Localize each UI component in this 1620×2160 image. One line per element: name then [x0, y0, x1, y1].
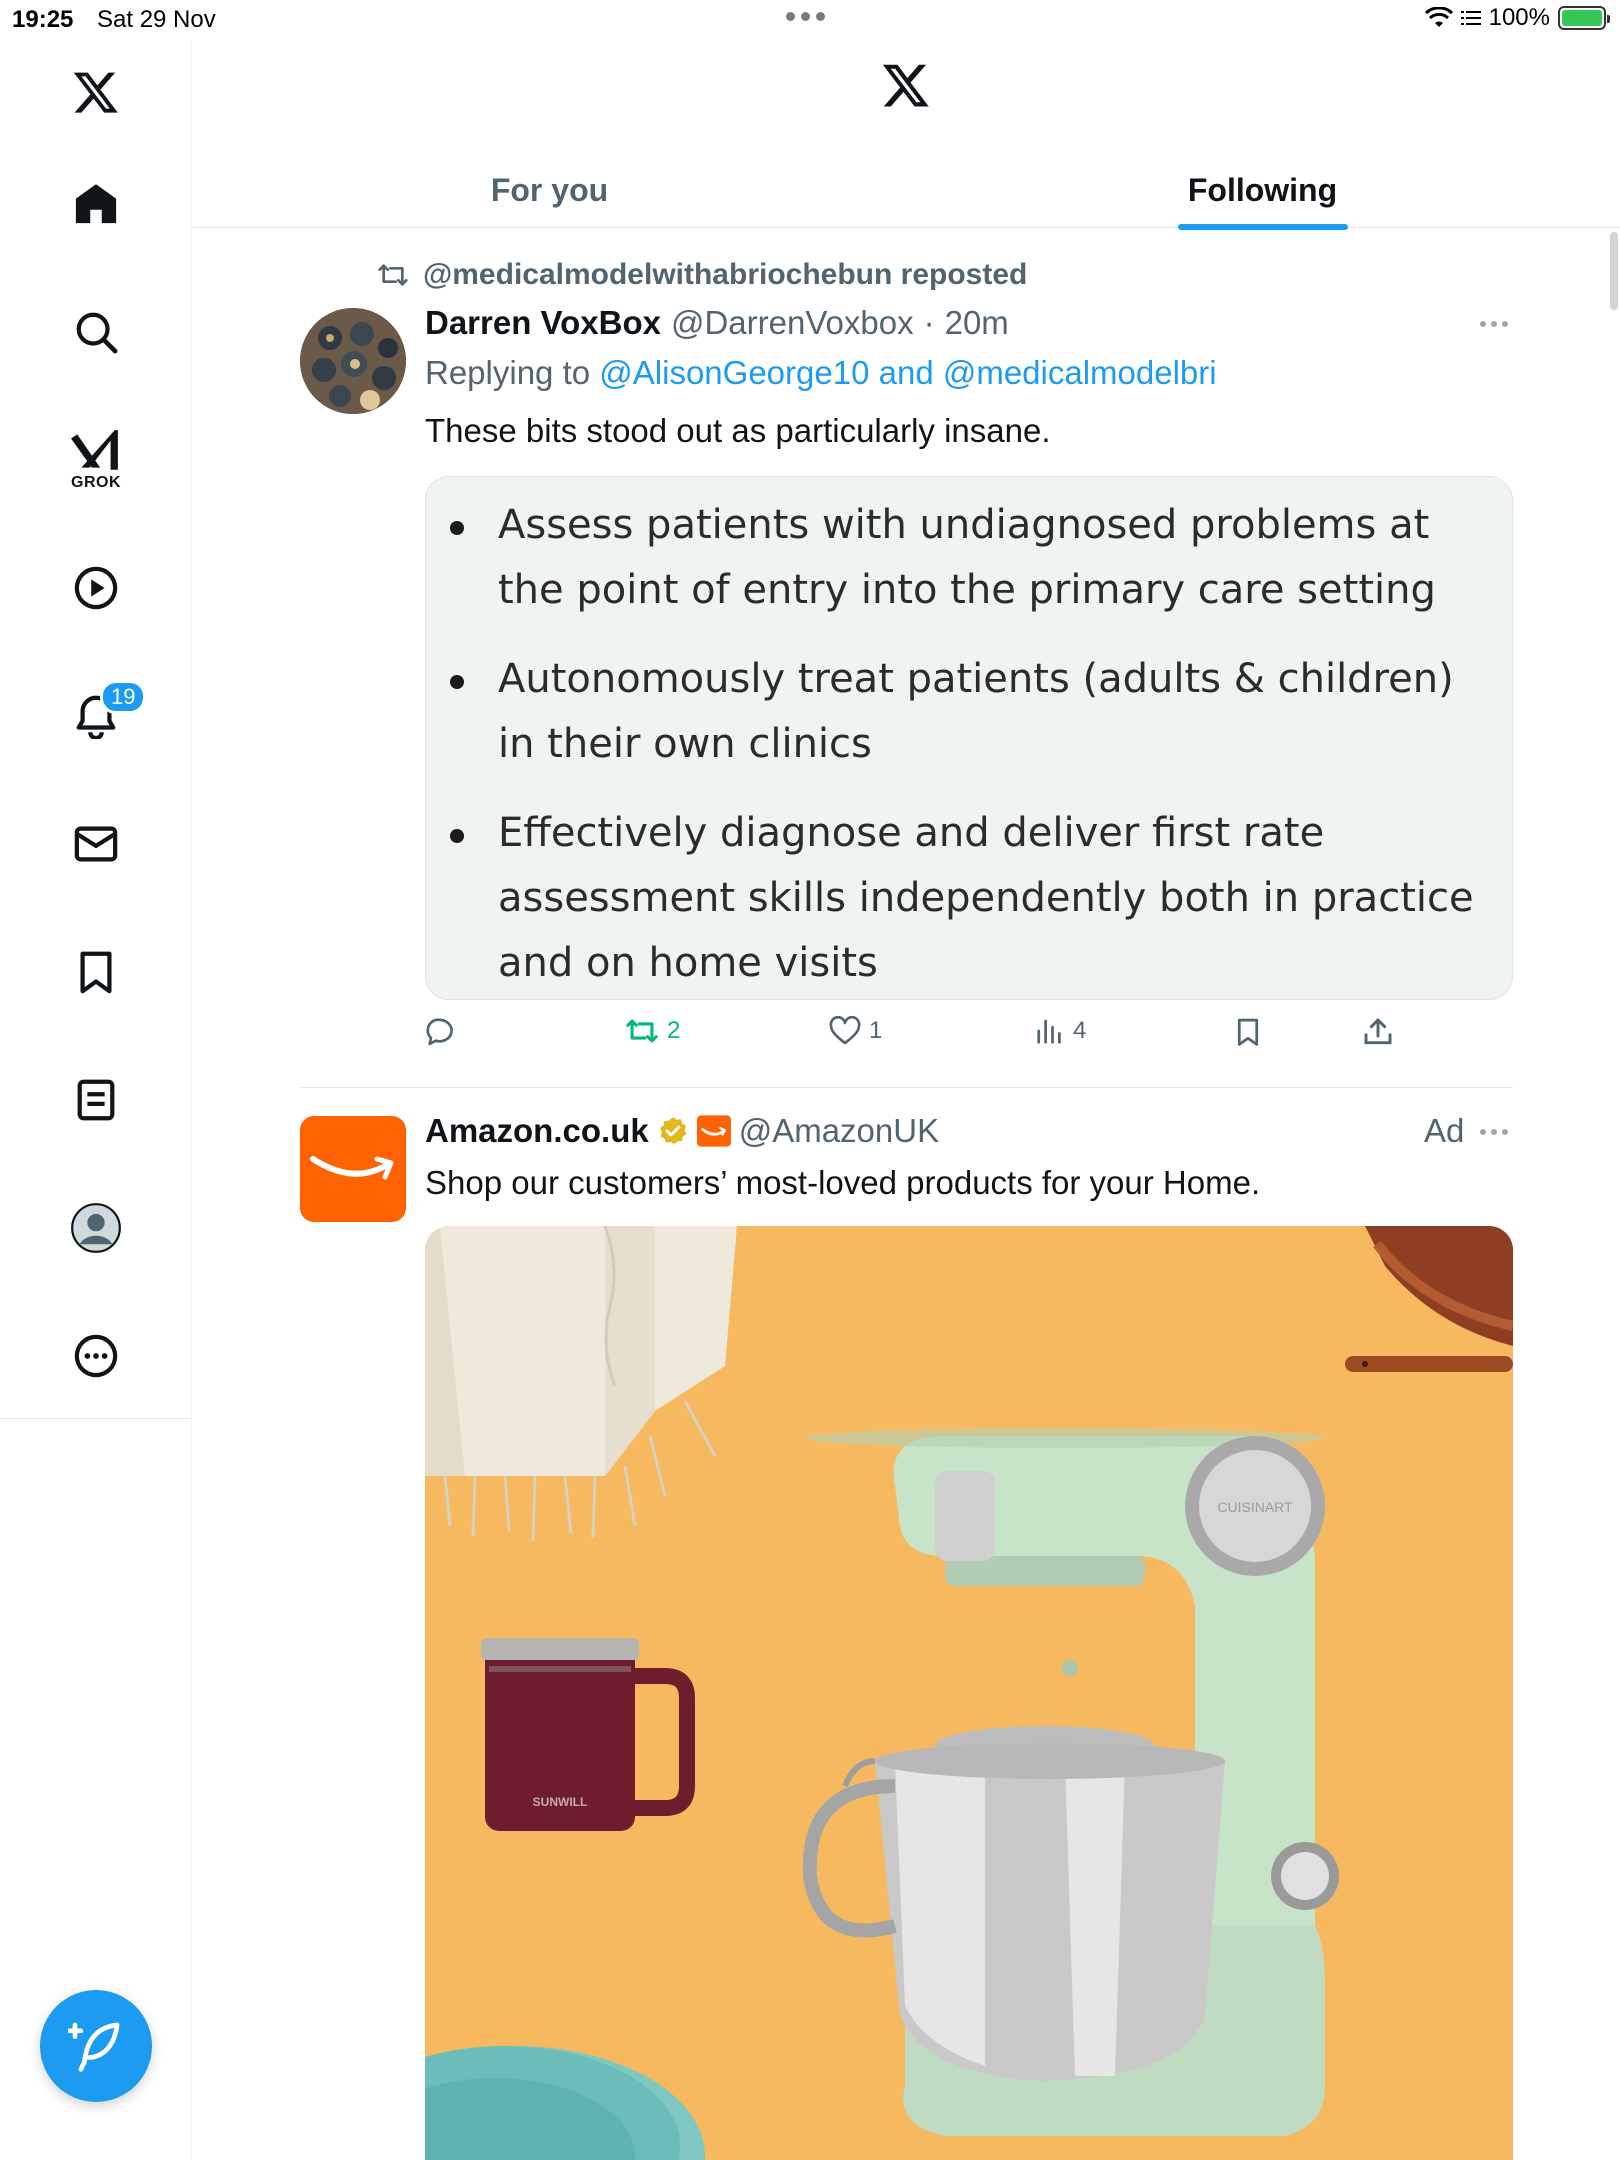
sidebar: GROK 19	[0, 40, 192, 2160]
timeline-tabs: For you Following	[193, 152, 1620, 230]
mention-link[interactable]: @AlisonGeorge10	[599, 354, 869, 391]
repost-indicator[interactable]: @medicalmodelwithabriochebun reposted	[377, 258, 1027, 292]
profile-avatar-icon	[71, 1203, 121, 1253]
image-bullet: Autonomously treat patients (adults & ch…	[446, 647, 1496, 777]
author-handle[interactable]: @DarrenVoxbox	[671, 304, 914, 342]
mention-link[interactable]: @medicalmodelbri	[943, 354, 1217, 391]
tab-following[interactable]: Following	[906, 152, 1619, 230]
like-button[interactable]: 1	[829, 1016, 882, 1046]
status-time: 19:25	[12, 6, 74, 33]
tweet-actions: 2 1 4	[425, 1016, 1513, 1066]
views-button[interactable]: 4	[1035, 1016, 1086, 1046]
bookmark-button[interactable]	[1233, 1016, 1263, 1048]
product-illustration: SUNWILL CUISINART	[425, 1226, 1513, 2160]
tweet-header: Darren VoxBox @DarrenVoxbox · 20m	[425, 304, 1009, 342]
battery-percent: 100%	[1488, 4, 1550, 31]
notification-badge: 19	[100, 680, 147, 714]
repost-icon	[378, 264, 408, 286]
image-bullet-list: Assess patients with undiagnosed problem…	[446, 493, 1496, 999]
author-name[interactable]: Amazon.co.uk	[425, 1112, 649, 1150]
ad-label: Ad	[1424, 1112, 1465, 1149]
sidebar-item-video[interactable]	[58, 550, 134, 626]
sidebar-item-profile[interactable]	[58, 1190, 134, 1266]
mail-icon	[74, 826, 118, 862]
replying-to: Replying to @AlisonGeorge10 and @medical…	[425, 354, 1217, 392]
ad-text: Shop our customers’ most-loved products …	[425, 1164, 1261, 1201]
retweet-icon	[626, 1019, 658, 1043]
compose-post-button[interactable]	[40, 1990, 152, 2102]
home-icon	[75, 184, 117, 224]
compose-feather-icon	[68, 2022, 120, 2072]
grok-icon	[71, 430, 118, 470]
active-tab-indicator	[1177, 224, 1348, 230]
status-date: Sat 29 Nov	[97, 6, 216, 33]
sidebar-item-bookmarks[interactable]	[58, 934, 134, 1010]
list-status-icon	[1460, 11, 1481, 25]
x-logo-header[interactable]	[879, 60, 933, 115]
tab-label: For you	[490, 171, 609, 208]
mug-brand-label: SUNWILL	[533, 1795, 588, 1809]
battery-icon	[1558, 6, 1610, 30]
status-bar: 19:25 Sat 29 Nov 100%	[0, 0, 1620, 40]
tab-label: Following	[1187, 171, 1338, 208]
wifi-icon	[1424, 7, 1453, 27]
sidebar-item-search[interactable]	[58, 294, 134, 370]
video-play-icon	[74, 566, 118, 610]
x-logo-icon	[882, 64, 929, 107]
ad-more-button[interactable]	[1480, 1129, 1508, 1135]
like-count: 1	[869, 1017, 883, 1044]
share-icon	[1364, 1018, 1392, 1045]
amazon-affiliate-icon	[696, 1115, 731, 1147]
search-icon	[76, 312, 118, 354]
avatar-darren[interactable]	[300, 308, 406, 414]
tweet-text: These bits stood out as particularly ins…	[425, 412, 1051, 449]
x-logo-icon	[73, 72, 118, 113]
bookmark-icon	[80, 951, 112, 994]
bookmark-icon	[1237, 1018, 1259, 1046]
avatar-amazon[interactable]	[300, 1116, 406, 1222]
retweet-count: 2	[667, 1017, 681, 1044]
repost-text: @medicalmodelwithabriochebun reposted	[423, 258, 1028, 291]
scrollbar[interactable]	[1610, 232, 1618, 310]
amazon-smile-icon	[310, 1156, 394, 1180]
lists-icon	[77, 1079, 115, 1121]
tweet-time[interactable]: 20m	[945, 304, 1009, 342]
reply-icon	[426, 1018, 453, 1046]
share-button[interactable]	[1362, 1016, 1394, 1048]
ad-tweet-header: Amazon.co.uk @AmazonUK	[425, 1112, 939, 1150]
sidebar-item-home[interactable]	[58, 166, 134, 242]
ad-image[interactable]: SUNWILL CUISINART	[425, 1226, 1513, 2160]
image-bullet: Assess patients with undiagnosed problem…	[446, 493, 1496, 623]
multitasking-dots[interactable]	[786, 12, 825, 21]
mixer-brand-label: CUISINART	[1217, 1499, 1293, 1515]
sidebar-item-grok[interactable]: GROK	[58, 422, 134, 498]
verified-badge-icon	[659, 1117, 687, 1145]
heart-icon	[829, 1016, 861, 1045]
x-logo-sidebar[interactable]	[58, 54, 134, 130]
image-bullet: Effectively diagnose and deliver first r…	[446, 801, 1496, 996]
replying-prefix: Replying to	[425, 354, 591, 391]
sidebar-item-more[interactable]	[58, 1318, 134, 1394]
sidebar-item-messages[interactable]	[58, 806, 134, 882]
status-right: 100%	[1424, 4, 1610, 32]
separator-dot: ·	[923, 304, 935, 341]
replying-and[interactable]: and	[879, 354, 934, 391]
author-handle[interactable]: @AmazonUK	[739, 1112, 939, 1150]
retweet-button[interactable]: 2	[625, 1016, 680, 1046]
sidebar-item-lists[interactable]	[58, 1062, 134, 1138]
author-name[interactable]: Darren VoxBox	[425, 304, 661, 342]
reply-button[interactable]	[425, 1016, 457, 1048]
views-chart-icon	[1037, 1019, 1061, 1044]
grok-label: GROK	[71, 474, 121, 491]
tweet-image[interactable]: Assess patients with undiagnosed problem…	[425, 476, 1513, 1000]
more-circle-icon	[74, 1334, 118, 1378]
tweet-more-button[interactable]	[1480, 321, 1508, 327]
avatar-image	[300, 308, 406, 414]
sidebar-divider	[0, 1418, 192, 1419]
views-count: 4	[1073, 1017, 1087, 1044]
tab-for-you[interactable]: For you	[193, 152, 906, 228]
tweet-divider	[300, 1087, 1513, 1088]
